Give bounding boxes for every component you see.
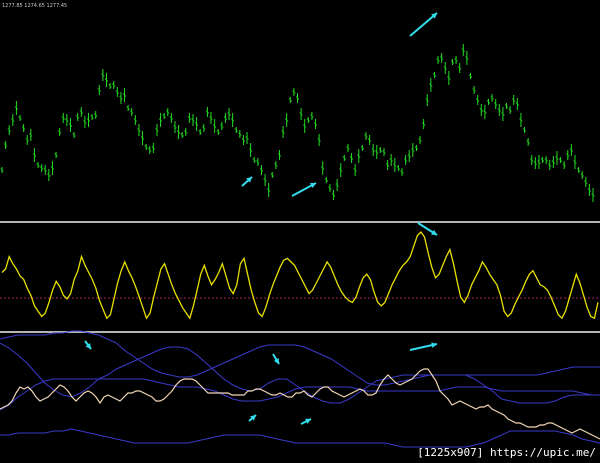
- watermark: [1225x907] https://upic.me/: [417, 446, 596, 459]
- annotation-arrow: [417, 222, 438, 236]
- panel-separator-1: [0, 221, 600, 223]
- annotation-arrow: [300, 418, 312, 425]
- annotation-arrow: [272, 353, 280, 365]
- lower-band-1: [0, 428, 600, 448]
- annotation-arrows: [84, 12, 438, 425]
- upper-band-2: [0, 330, 600, 386]
- annotation-arrow: [241, 176, 253, 187]
- annotation-arrow: [409, 342, 438, 351]
- chart-canvas: [0, 12, 600, 448]
- upper-band-1: [0, 342, 600, 404]
- oscillator-line: [1, 230, 599, 320]
- annotation-arrow: [409, 12, 438, 37]
- middle-band: [0, 378, 600, 411]
- annotation-arrow: [248, 414, 257, 422]
- price-panel: [0, 44, 595, 202]
- annotation-arrow: [84, 340, 92, 350]
- annotation-arrow: [291, 182, 317, 197]
- oscillator-panel: [0, 230, 600, 320]
- arrow-shaft: [409, 12, 438, 37]
